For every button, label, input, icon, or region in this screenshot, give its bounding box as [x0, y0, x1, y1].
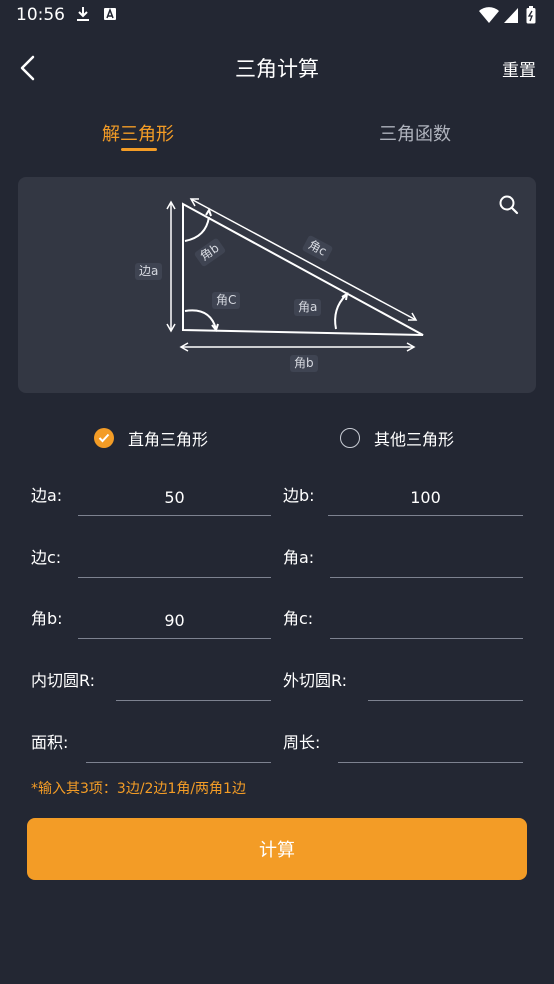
field-label: 外切圆R:	[283, 671, 348, 690]
side-a-input[interactable]	[78, 480, 271, 516]
triangle-type-selector: 直角三角形 其他三角形	[0, 426, 554, 450]
field-side-a: 边a:	[31, 480, 271, 524]
status-time: 10:56	[16, 5, 65, 25]
zoom-button[interactable]	[498, 194, 520, 216]
label-angle-C: 角C	[212, 292, 241, 309]
field-label: 角b:	[31, 609, 63, 628]
back-button[interactable]	[10, 50, 46, 86]
triangle-diagram-card: 边a 角b 角c 角C 角a 角b	[18, 177, 536, 393]
area-input[interactable]	[86, 727, 271, 763]
inradius-input[interactable]	[116, 665, 271, 701]
radio-checked-icon	[94, 428, 114, 448]
field-inradius: 内切圆R:	[31, 665, 271, 709]
side-b-input[interactable]	[328, 480, 523, 516]
input-hint: *输入其3项：3边/2边1角/两角1边	[31, 781, 246, 797]
field-label: 内切圆R:	[31, 671, 96, 690]
reset-button[interactable]: 重置	[502, 56, 536, 81]
field-label: 角a:	[283, 548, 315, 567]
wifi-icon	[478, 6, 500, 28]
field-label: 面积:	[31, 733, 69, 752]
field-angle-b: 角b:	[31, 603, 271, 647]
side-a-arrow	[166, 200, 176, 333]
triangle-diagram	[166, 198, 424, 352]
radio-other-triangle[interactable]: 其他三角形	[340, 426, 454, 450]
download-icon	[76, 6, 90, 26]
field-area: 面积:	[31, 727, 271, 771]
signal-icon	[503, 6, 519, 28]
field-label: 边a:	[31, 486, 63, 505]
perimeter-input[interactable]	[338, 727, 523, 763]
angle-b-input[interactable]	[78, 603, 271, 639]
search-icon	[499, 195, 519, 215]
tab-trig-functions[interactable]: 三角函数	[379, 120, 451, 146]
circumradius-input[interactable]	[368, 665, 523, 701]
field-label: 角c:	[283, 609, 314, 628]
page-title: 三角计算	[235, 57, 319, 81]
angle-c-input[interactable]	[330, 603, 523, 639]
radio-unchecked-icon	[340, 428, 360, 448]
field-side-c: 边c:	[31, 542, 271, 586]
battery-icon	[526, 6, 536, 28]
radio-right-triangle[interactable]: 直角三角形	[94, 426, 208, 450]
field-perimeter: 周长:	[283, 727, 523, 771]
field-angle-c: 角c:	[283, 603, 523, 647]
side-b-arrow	[179, 342, 416, 352]
field-label: 边b:	[283, 486, 315, 505]
a-notification-icon	[103, 6, 117, 26]
calculate-button[interactable]: 计算	[27, 818, 527, 880]
field-label: 周长:	[283, 733, 321, 752]
field-angle-a: 角a:	[283, 542, 523, 586]
tab-solve-triangle[interactable]: 解三角形	[102, 120, 174, 146]
chevron-left-icon	[20, 55, 35, 81]
tab-bar: 解三角形 三角函数	[0, 112, 554, 156]
label-angle-a: 角a	[294, 299, 322, 316]
side-c-input[interactable]	[78, 542, 271, 578]
field-side-b: 边b:	[283, 480, 523, 524]
label-bottom-b: 角b	[290, 355, 318, 372]
field-circumradius: 外切圆R:	[283, 665, 523, 709]
tab-active-indicator	[121, 148, 157, 151]
label-side-a: 边a	[135, 263, 163, 280]
status-bar: 10:56	[0, 0, 554, 30]
app-header: 三角计算 重置	[0, 40, 554, 96]
field-label: 边c:	[31, 548, 62, 567]
radio-label: 其他三角形	[374, 430, 455, 449]
angle-a-input[interactable]	[330, 542, 523, 578]
radio-label: 直角三角形	[128, 430, 209, 449]
